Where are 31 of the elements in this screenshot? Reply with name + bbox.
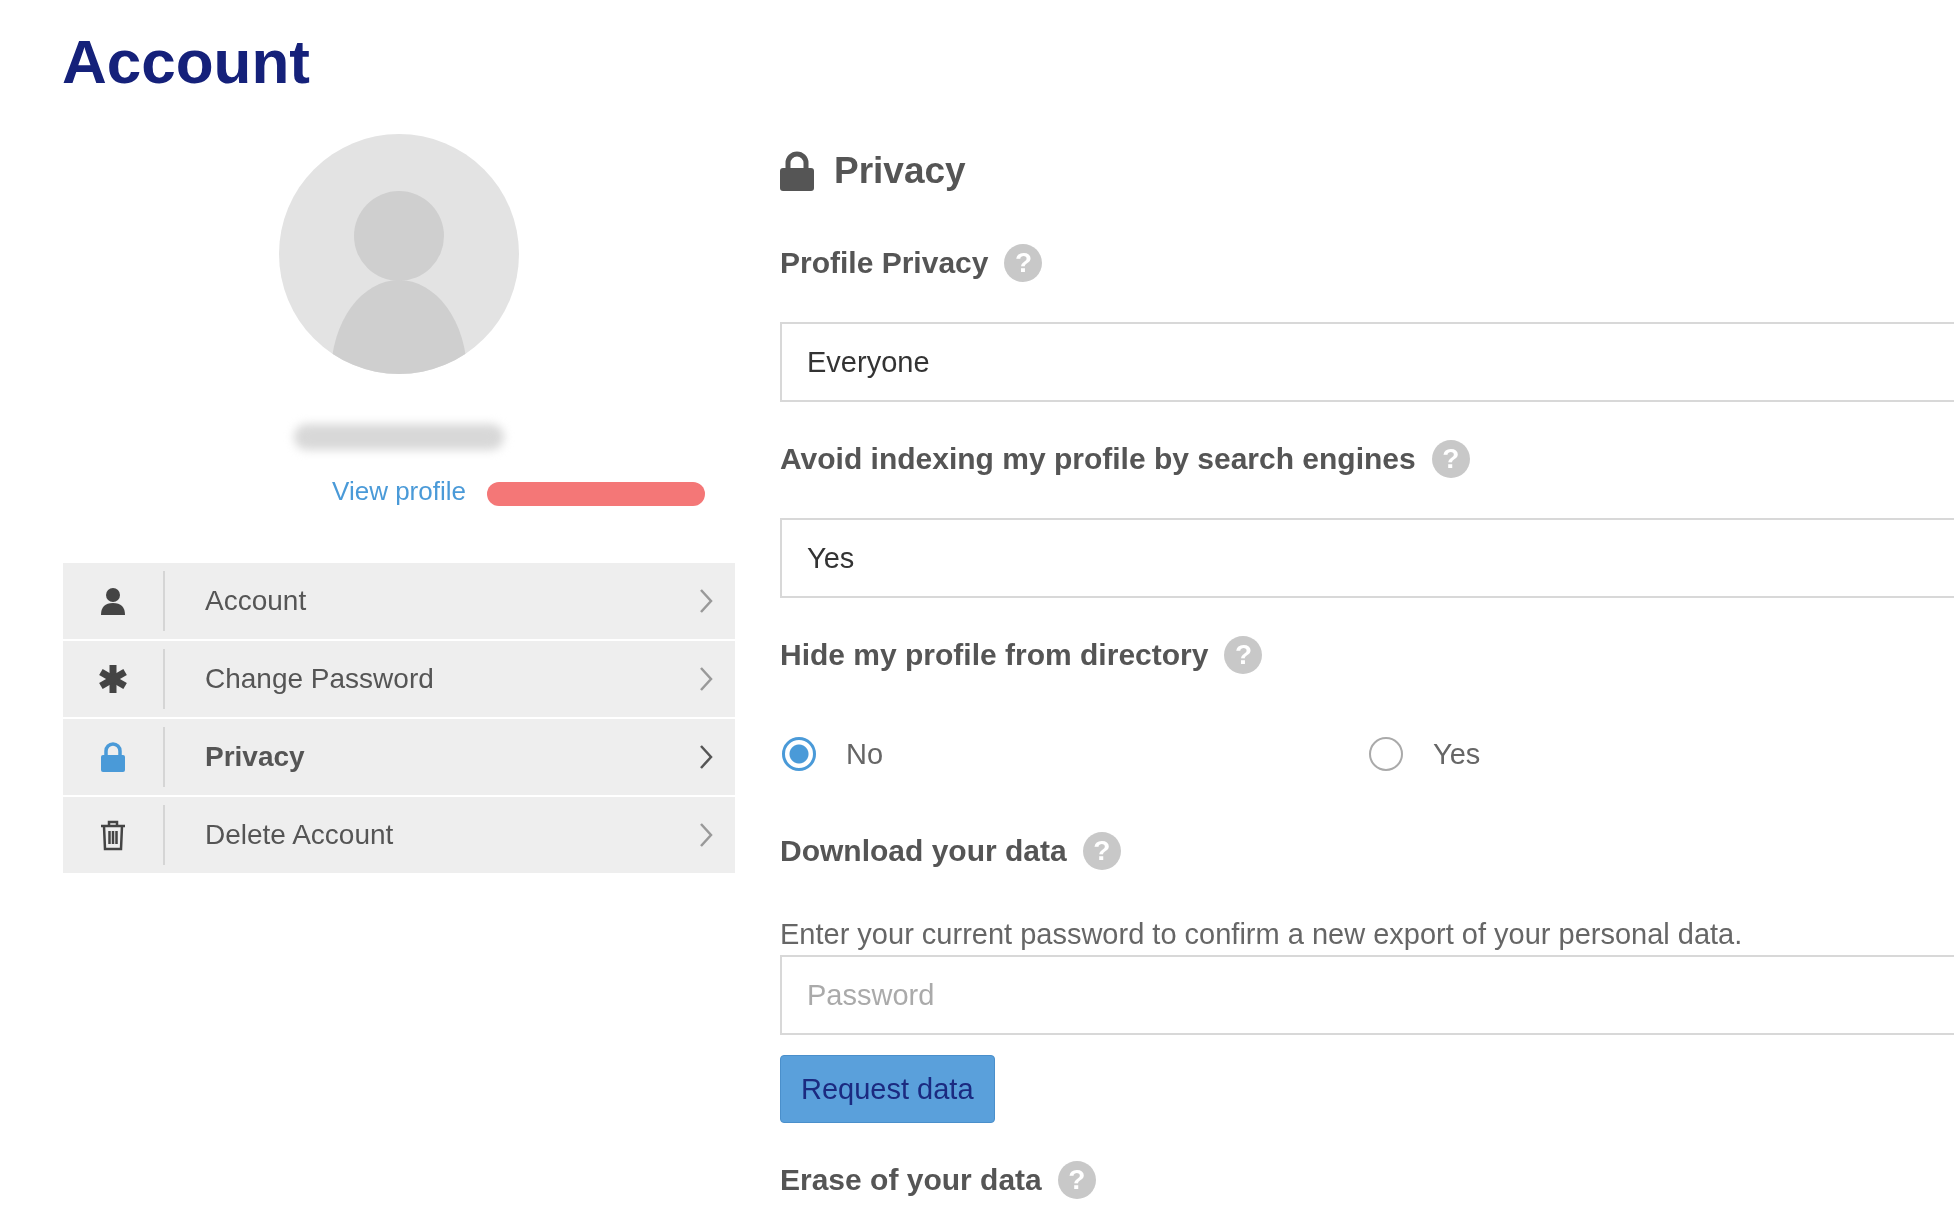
select-field[interactable]: Yes [780, 518, 1954, 599]
lock-icon [101, 742, 125, 773]
lock-icon [780, 151, 814, 192]
description-text: Enter your current password to confirm a new export of your personal data. [780, 918, 1744, 952]
menu-item[interactable]: Privacy [63, 719, 735, 796]
radio-button[interactable] [782, 737, 816, 772]
chevron-icon [699, 666, 713, 693]
setting-label: Avoid indexing my profile by search engines [780, 442, 1416, 477]
menu-item[interactable]: Change Password [63, 641, 735, 718]
trash-icon [100, 819, 126, 852]
chevron-icon [699, 744, 713, 771]
asterisk-icon [98, 664, 128, 695]
setting-label: Hide my profile from directory [780, 638, 1209, 673]
user-icon [100, 587, 126, 616]
select-field[interactable]: Everyone [780, 322, 1954, 403]
radio-button[interactable] [1369, 737, 1403, 772]
setting-label: Download your data [780, 834, 1067, 869]
page-title: Account [61, 26, 310, 97]
section-title: Privacy [834, 150, 966, 193]
setting-label: Erase of your data [780, 1163, 1042, 1198]
chevron-icon [699, 822, 713, 849]
setting-label: Profile Privacy [780, 246, 989, 281]
menu-item[interactable]: Delete Account [63, 797, 735, 874]
view-profile-link[interactable]: View profile [332, 476, 466, 507]
avatar-icon [279, 134, 519, 375]
menu-item[interactable]: Account [63, 563, 735, 640]
request-data-button[interactable]: Request data [780, 1055, 995, 1124]
radio-label: Yes [1433, 737, 1481, 771]
chevron-icon [699, 588, 713, 615]
radio-label: No [846, 737, 884, 771]
password-field[interactable]: Password [780, 955, 1954, 1036]
